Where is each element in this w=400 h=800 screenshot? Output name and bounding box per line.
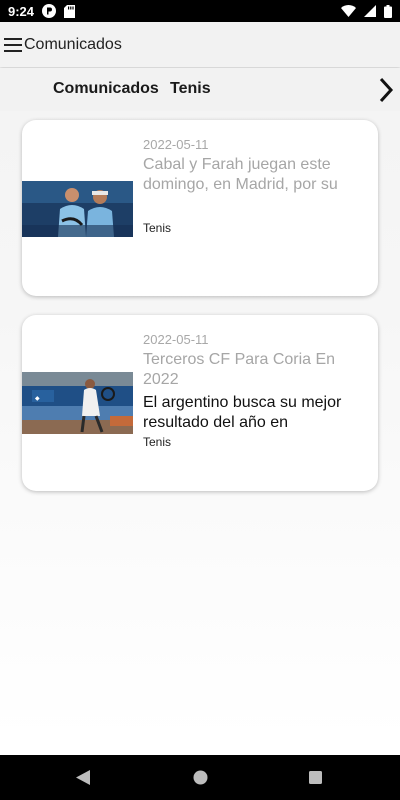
article-tag: Tenis [143,435,172,449]
back-triangle-icon[interactable] [76,770,90,790]
category-tabs: Comunicados Tenis [0,68,400,111]
app-bar: Comunicados [0,22,400,67]
status-time: 9:24 [8,3,35,19]
svg-text:◆: ◆ [35,395,40,402]
article-title[interactable]: Cabal y Farah juegan este domingo, en Ma… [143,155,368,195]
system-nav-bar [0,755,400,800]
article-card[interactable]: 2022-05-11 Cabal y Farah juegan este dom… [22,120,378,296]
article-tag: Tenis [143,221,172,235]
page-title: Comunicados [24,35,122,53]
tennis-player-court-photo: ◆ [22,372,133,434]
hamburger-menu-icon[interactable] [2,22,24,67]
article-title[interactable]: Terceros CF Para Coria En 2022 [143,350,368,390]
article-summary: El argentino busca su mejor resultado de… [143,394,342,431]
doubles-players-photo [22,181,133,237]
recent-square-icon[interactable] [309,771,322,789]
article-date: 2022-05-11 [143,332,209,347]
sd-card-icon [64,4,76,18]
wifi-icon [341,5,356,17]
chevron-right-icon[interactable] [376,76,396,104]
home-circle-icon[interactable] [193,770,208,790]
article-date: 2022-05-11 [143,137,209,152]
article-card[interactable]: ◆ 2022-05-11 Terceros CF Para Coria En 2… [22,315,378,491]
vpn-badge-icon [42,4,57,18]
tab-comunicados[interactable]: Comunicados [53,80,159,98]
battery-icon [384,4,392,18]
status-bar: 9:24 [0,0,400,22]
signal-icon [364,5,376,17]
tab-tenis[interactable]: Tenis [170,80,211,98]
